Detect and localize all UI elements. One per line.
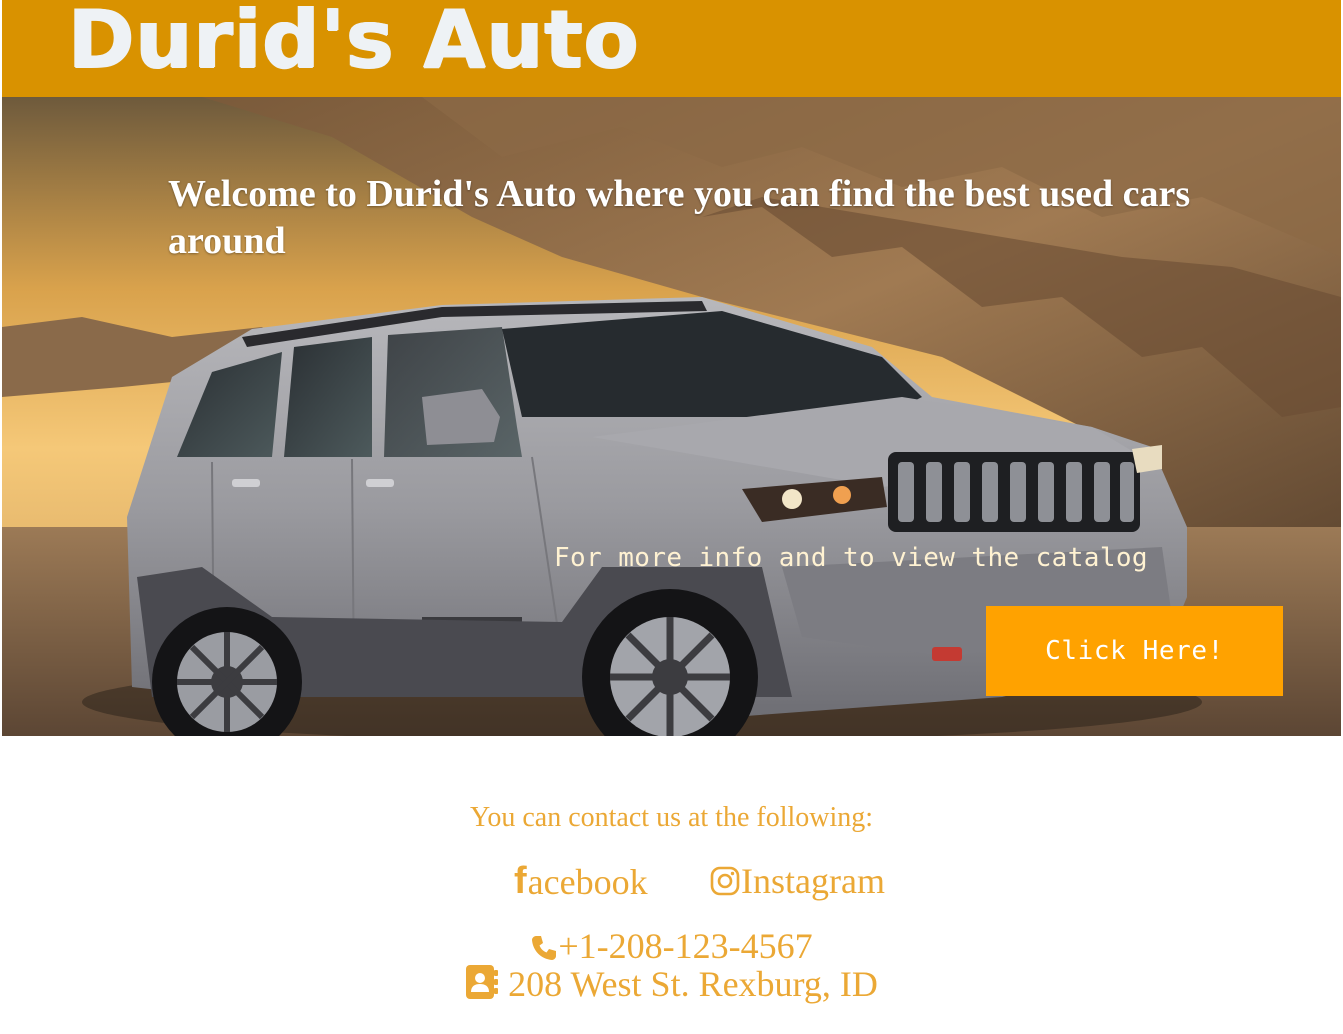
site-header: Durid's Auto bbox=[2, 0, 1341, 97]
phone-line: +1-208-123-4567 bbox=[0, 926, 1343, 966]
hero-banner: Welcome to Durid's Auto where you can fi… bbox=[2, 97, 1341, 736]
phone-number[interactable]: +1-208-123-4567 bbox=[558, 926, 812, 966]
facebook-label: acebook bbox=[527, 861, 648, 902]
facebook-icon: f bbox=[514, 860, 527, 902]
contact-section: You can contact us at the following: f ac… bbox=[0, 736, 1343, 1034]
instagram-label: Instagram bbox=[741, 861, 885, 901]
address-line: 208 West St. Rexburg, ID bbox=[0, 964, 1343, 1004]
instagram-icon bbox=[710, 866, 740, 896]
click-here-button[interactable]: Click Here! bbox=[986, 606, 1283, 696]
contact-heading: You can contact us at the following: bbox=[469, 802, 874, 833]
address-text: 208 West St. Rexburg, ID bbox=[508, 964, 878, 1004]
address-book-icon bbox=[466, 965, 499, 999]
page: Durid's Auto Welcome to Durid's Auto whe… bbox=[0, 0, 1343, 1034]
catalog-prompt: For more info and to view the catalog bbox=[554, 543, 1148, 573]
social-links: f acebook Instagram bbox=[0, 860, 1343, 906]
welcome-heading: Welcome to Durid's Auto where you can fi… bbox=[168, 173, 1191, 262]
facebook-link[interactable]: f acebook bbox=[514, 860, 648, 903]
instagram-link[interactable]: Instagram bbox=[710, 860, 885, 902]
site-brand: Durid's Auto bbox=[68, 0, 640, 86]
phone-icon bbox=[532, 936, 557, 960]
